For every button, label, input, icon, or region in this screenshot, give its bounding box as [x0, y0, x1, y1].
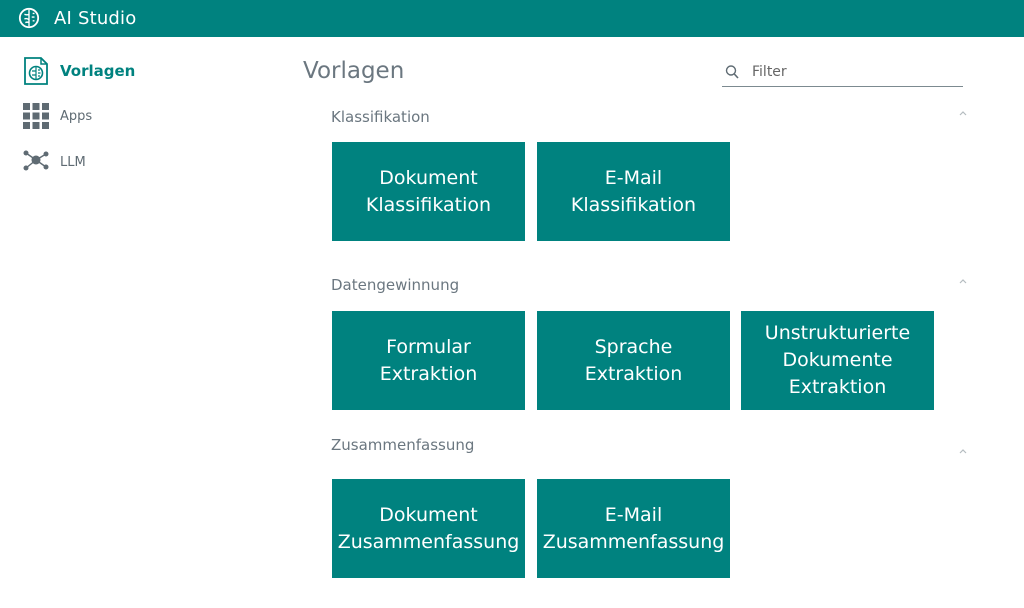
section-title-klassifikation: Klassifikation: [331, 108, 430, 126]
sidebar-item-label: LLM: [60, 154, 86, 170]
section-title-datengewinnung: Datengewinnung: [331, 276, 460, 294]
tile-dokument-zusammenfassung[interactable]: Dokument Zusammenfassung: [332, 479, 525, 578]
chevron-up-icon[interactable]: [957, 276, 969, 286]
network-icon: [23, 150, 49, 171]
filter-field[interactable]: [722, 58, 963, 87]
page-title: Vorlagen: [303, 58, 405, 84]
filter-input[interactable]: [752, 64, 952, 80]
grid-icon: [23, 103, 49, 129]
chevron-up-icon[interactable]: [957, 446, 969, 456]
sidebar-item-apps[interactable]: Apps: [22, 102, 92, 130]
sidebar-item-label: Apps: [60, 108, 93, 124]
search-icon: [725, 65, 739, 79]
sidebar-item-vorlagen[interactable]: Vorlagen: [22, 57, 135, 85]
sidebar-item-label: Vorlagen: [60, 62, 136, 80]
document-brain-icon: [24, 57, 48, 85]
app-title: AI Studio: [54, 8, 137, 29]
tile-email-klassifikation[interactable]: E-Mail Klassifikation: [537, 142, 730, 241]
tile-unstrukturierte-dokumente-extraktion[interactable]: Unstrukturierte Dokumente Extraktion: [741, 311, 934, 410]
brain-icon: [18, 7, 40, 29]
tile-dokument-klassifikation[interactable]: Dokument Klassifikation: [332, 142, 525, 241]
tile-formular-extraktion[interactable]: Formular Extraktion: [332, 311, 525, 410]
section-title-zusammenfassung: Zusammenfassung: [331, 436, 475, 454]
chevron-up-icon[interactable]: [957, 108, 969, 118]
tile-sprache-extraktion[interactable]: Sprache Extraktion: [537, 311, 730, 410]
tile-email-zusammenfassung[interactable]: E-Mail Zusammenfassung: [537, 479, 730, 578]
sidebar-item-llm[interactable]: LLM: [22, 148, 86, 176]
top-bar: AI Studio: [0, 0, 1024, 37]
